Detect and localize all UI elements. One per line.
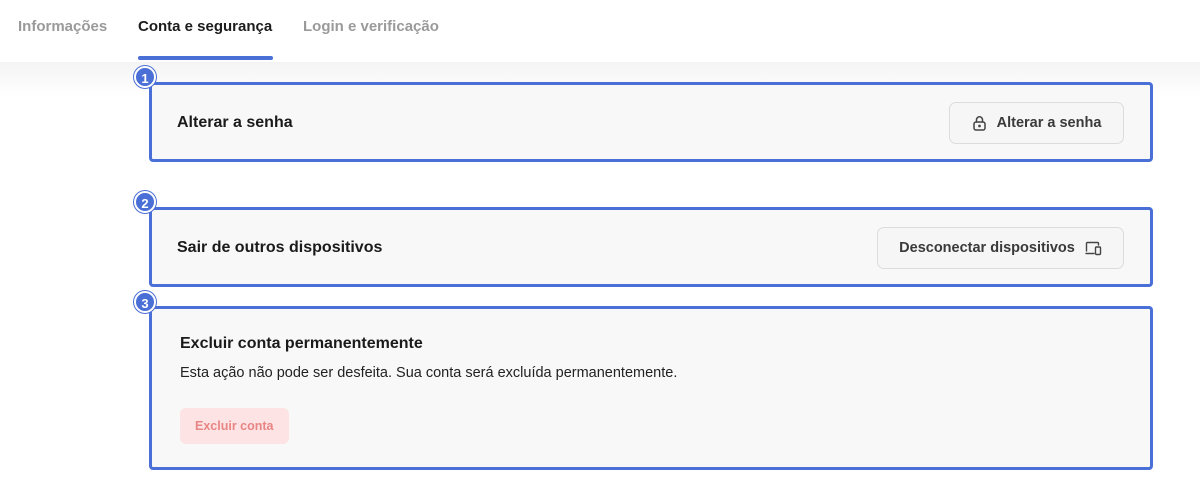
delete-account-title: Excluir conta permanentemente (180, 335, 423, 352)
lock-icon (972, 115, 987, 131)
change-password-button-label: Alterar a senha (996, 115, 1102, 131)
section-badge-3: 3 (134, 291, 156, 313)
delete-account-button[interactable]: Excluir conta (180, 408, 289, 444)
settings-tabs: Informações Conta e segurança Login e ve… (0, 0, 1200, 62)
section-badge-1: 1 (134, 66, 156, 88)
change-password-card: Alterar a senha Alterar a senha (149, 82, 1153, 162)
tab-login-e-verificacao[interactable]: Login e verificação (303, 18, 439, 35)
section-badge-2: 2 (134, 191, 156, 213)
logout-devices-title: Sair de outros dispositivos (177, 239, 383, 256)
disconnect-devices-button-label: Desconectar dispositivos (899, 240, 1075, 256)
logout-devices-card: Sair de outros dispositivos Desconectar … (149, 207, 1153, 287)
tab-conta-e-seguranca[interactable]: Conta e segurança (138, 18, 272, 35)
delete-account-description: Esta ação não pode ser desfeita. Sua con… (180, 365, 678, 381)
delete-account-card: Excluir conta permanentemente Esta ação … (149, 306, 1153, 470)
devices-icon (1085, 241, 1102, 256)
change-password-title: Alterar a senha (177, 114, 293, 131)
change-password-button[interactable]: Alterar a senha (949, 102, 1124, 144)
active-tab-indicator (138, 56, 273, 60)
tab-informacoes[interactable]: Informações (18, 18, 107, 35)
security-settings-content: Alterar a senha Alterar a senha 1 Sair d… (0, 62, 1200, 503)
disconnect-devices-button[interactable]: Desconectar dispositivos (877, 227, 1124, 269)
